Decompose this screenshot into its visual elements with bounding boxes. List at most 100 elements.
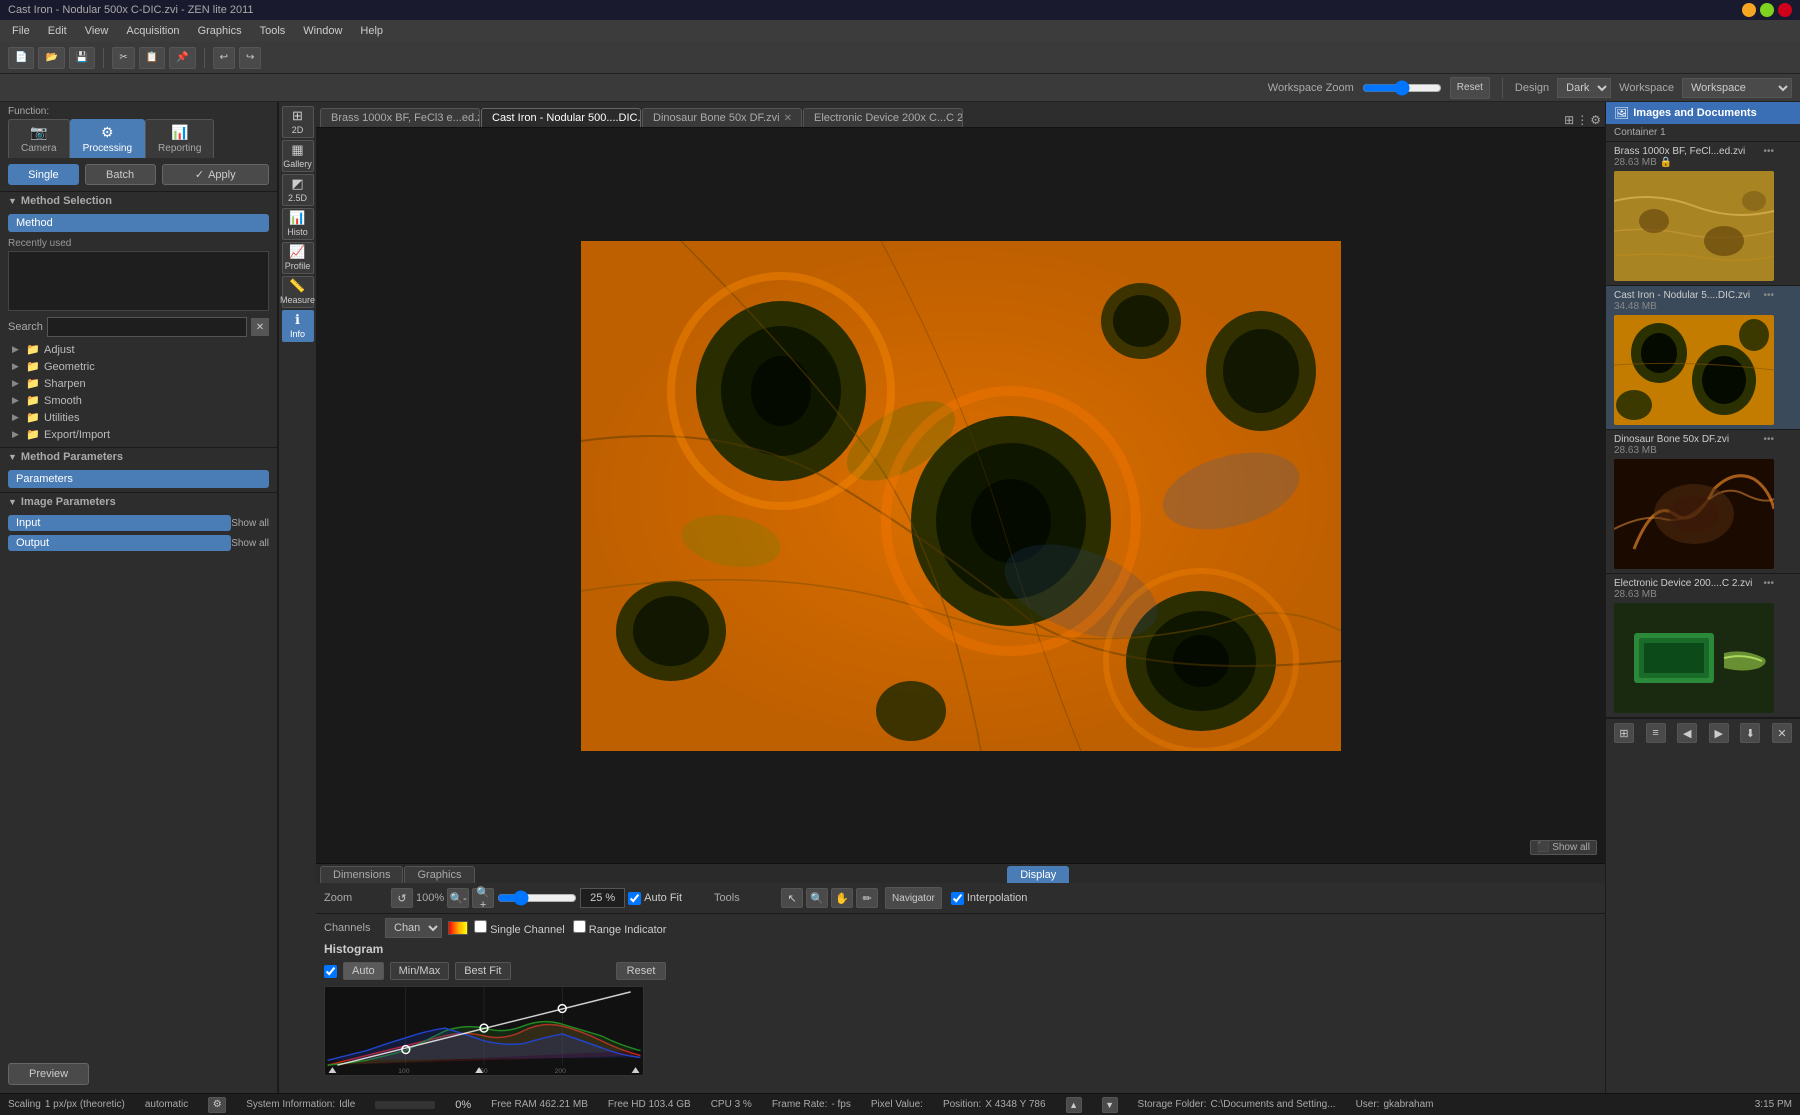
- search-input[interactable]: [47, 317, 247, 337]
- method-params-header[interactable]: ▼ Method Parameters: [0, 447, 277, 466]
- batch-mode-button[interactable]: Batch: [85, 164, 156, 185]
- position-up-button[interactable]: ▲: [1066, 1097, 1082, 1113]
- view-25d-button[interactable]: ◩ 2.5D: [282, 174, 314, 206]
- view-histo-button[interactable]: 📊 Histo: [282, 208, 314, 240]
- hist-bestfit-button[interactable]: Best Fit: [455, 962, 510, 980]
- input-show-all[interactable]: Show all: [231, 518, 269, 529]
- channel-select[interactable]: Chan: [385, 918, 442, 938]
- doc-cast-iron-menu[interactable]: •••: [1763, 290, 1774, 301]
- tab-camera[interactable]: 📷 Camera: [8, 119, 70, 158]
- tool-draw[interactable]: ✏: [856, 888, 878, 908]
- doc-dinosaur-menu[interactable]: •••: [1763, 434, 1774, 445]
- right-panel-prev-button[interactable]: ◀: [1677, 723, 1697, 743]
- doc-item-cast-iron[interactable]: Cast Iron - Nodular 5....DIC.zvi ••• 34.…: [1606, 286, 1800, 430]
- view-2d-button[interactable]: ⊞ 2D: [282, 106, 314, 138]
- menu-graphics[interactable]: Graphics: [190, 23, 250, 39]
- view-gallery-button[interactable]: ▦ Gallery: [282, 140, 314, 172]
- menu-tools[interactable]: Tools: [252, 23, 294, 39]
- tab-reporting[interactable]: 📊 Reporting: [145, 119, 214, 158]
- tab-processing[interactable]: ⚙ Processing: [70, 119, 145, 158]
- menu-view[interactable]: View: [77, 23, 117, 39]
- tab-electronic[interactable]: Electronic Device 200x C...C 2.zvi ✕: [803, 108, 963, 127]
- doc-item-brass[interactable]: Brass 1000x BF, FeCl...ed.zvi ••• 28.63 …: [1606, 142, 1800, 286]
- tree-item-sharpen[interactable]: ▶ 📁 Sharpen: [8, 375, 269, 392]
- tree-item-adjust[interactable]: ▶ 📁 Adjust: [8, 341, 269, 358]
- toolbar-paste[interactable]: 📌: [169, 47, 195, 69]
- params-selected[interactable]: Parameters: [8, 470, 269, 488]
- close-button[interactable]: [1778, 3, 1792, 17]
- toolbar-new[interactable]: 📄: [8, 47, 34, 69]
- hist-auto-button[interactable]: Auto: [343, 962, 384, 980]
- btab-display[interactable]: Display: [1007, 866, 1069, 883]
- preview-button[interactable]: Preview: [8, 1063, 89, 1085]
- image-params-header[interactable]: ▼ Image Parameters: [0, 492, 277, 511]
- theme-select[interactable]: Dark Light: [1557, 78, 1611, 98]
- histogram-auto-checkbox[interactable]: [324, 965, 337, 978]
- btab-dimensions[interactable]: Dimensions: [320, 866, 403, 883]
- zoom-slider[interactable]: [497, 890, 577, 906]
- view-measure-button[interactable]: 📏 Measure: [282, 276, 314, 308]
- method-selected[interactable]: Method: [8, 214, 269, 232]
- doc-item-dinosaur[interactable]: Dinosaur Bone 50x DF.zvi ••• 28.63 MB: [1606, 430, 1800, 574]
- toolbar-open[interactable]: 📂: [38, 47, 64, 69]
- interpolation-checkbox[interactable]: Interpolation: [951, 892, 1028, 905]
- menu-window[interactable]: Window: [295, 23, 350, 39]
- doc-electronic-menu[interactable]: •••: [1763, 578, 1774, 589]
- right-panel-close-button[interactable]: ✕: [1772, 723, 1792, 743]
- zoom-reset-button[interactable]: ↺: [391, 888, 413, 908]
- tree-item-geometric[interactable]: ▶ 📁 Geometric: [8, 358, 269, 375]
- navigator-button[interactable]: Navigator: [885, 887, 942, 909]
- zoom-in-button[interactable]: 🔍+: [472, 888, 494, 908]
- position-down-button[interactable]: ▼: [1102, 1097, 1118, 1113]
- view-profile-button[interactable]: 📈 Profile: [282, 242, 314, 274]
- single-mode-button[interactable]: Single: [8, 164, 79, 185]
- btab-graphics[interactable]: Graphics: [404, 866, 474, 883]
- workspace-zoom-slider[interactable]: [1362, 80, 1442, 96]
- tool-zoom[interactable]: 🔍: [806, 888, 828, 908]
- tab-grid-view[interactable]: ⊞: [1564, 113, 1574, 127]
- toolbar-cut[interactable]: ✂: [112, 47, 134, 69]
- tool-pointer[interactable]: ↖: [781, 888, 803, 908]
- doc-item-electronic[interactable]: Electronic Device 200....C 2.zvi ••• 28.…: [1606, 574, 1800, 718]
- toolbar-undo[interactable]: ↩: [213, 47, 235, 69]
- search-clear-button[interactable]: ✕: [251, 318, 269, 336]
- zoom-out-button[interactable]: 🔍-: [447, 888, 469, 908]
- menu-acquisition[interactable]: Acquisition: [118, 23, 187, 39]
- right-panel-grid-button[interactable]: ⊞: [1614, 723, 1634, 743]
- right-panel-list-button[interactable]: ≡: [1646, 723, 1666, 743]
- right-panel-next-button[interactable]: ▶: [1709, 723, 1729, 743]
- tab-cast-iron[interactable]: Cast Iron - Nodular 500....DIC.zvi ✕: [481, 108, 641, 127]
- minimize-button[interactable]: [1742, 3, 1756, 17]
- workspace-select[interactable]: Workspace: [1682, 78, 1792, 98]
- range-indicator-label[interactable]: Range Indicator: [573, 920, 667, 936]
- single-channel-label[interactable]: Single Channel: [474, 920, 565, 936]
- menu-edit[interactable]: Edit: [40, 23, 75, 39]
- hist-reset-button[interactable]: Reset: [616, 962, 667, 980]
- tree-item-utilities[interactable]: ▶ 📁 Utilities: [8, 409, 269, 426]
- apply-button[interactable]: ✓Apply: [162, 164, 270, 185]
- method-selection-header[interactable]: ▼ Method Selection: [0, 191, 277, 210]
- hist-minmax-button[interactable]: Min/Max: [390, 962, 450, 980]
- toolbar-copy[interactable]: 📋: [139, 47, 165, 69]
- right-panel-import-button[interactable]: ⬇: [1740, 723, 1760, 743]
- view-info-button[interactable]: ℹ Info: [282, 310, 314, 342]
- zoom-input[interactable]: [580, 888, 625, 908]
- tab-list-view[interactable]: ⋮: [1576, 113, 1588, 127]
- tab-settings-view[interactable]: ⚙: [1590, 113, 1601, 127]
- toolbar-save[interactable]: 💾: [69, 47, 95, 69]
- status-settings-button[interactable]: ⚙: [208, 1097, 226, 1113]
- tree-item-smooth[interactable]: ▶ 📁 Smooth: [8, 392, 269, 409]
- toolbar-redo[interactable]: ↪: [239, 47, 261, 69]
- doc-brass-menu[interactable]: •••: [1763, 146, 1774, 157]
- menu-help[interactable]: Help: [352, 23, 391, 39]
- workspace-reset-button[interactable]: Reset: [1450, 77, 1490, 99]
- output-show-all[interactable]: Show all: [231, 538, 269, 549]
- tab-dinosaur-close[interactable]: ✕: [784, 113, 792, 124]
- menu-file[interactable]: File: [4, 23, 38, 39]
- auto-fit-checkbox[interactable]: Auto Fit: [628, 892, 682, 905]
- tool-pan[interactable]: ✋: [831, 888, 853, 908]
- tree-item-export-import[interactable]: ▶ 📁 Export/Import: [8, 426, 269, 443]
- show-all-button[interactable]: ⬛ Show all: [1530, 840, 1597, 855]
- tab-dinosaur[interactable]: Dinosaur Bone 50x DF.zvi ✕: [642, 108, 802, 127]
- maximize-button[interactable]: [1760, 3, 1774, 17]
